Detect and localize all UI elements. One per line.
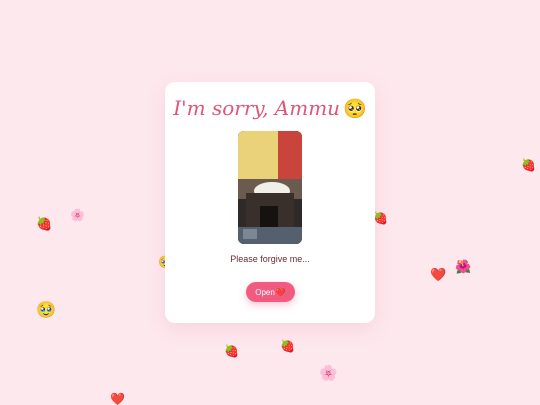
pleading-face-icon: 🥺 bbox=[343, 98, 367, 120]
floating-strawberry: 🍓 bbox=[521, 158, 536, 172]
floating-strawberry: 🍓 bbox=[36, 217, 53, 232]
caption: Please forgive me... bbox=[230, 254, 310, 264]
open-button-label: Open bbox=[255, 287, 275, 297]
heart-icon: ❤️ bbox=[275, 287, 286, 297]
floating-cute-face: 🥹 bbox=[36, 300, 56, 319]
floating-flower: 🌸 bbox=[319, 364, 338, 382]
floating-heart: ❤️ bbox=[110, 392, 125, 405]
card-title: I'm sorry, Ammu bbox=[173, 96, 341, 120]
photo-image bbox=[238, 131, 302, 244]
floating-heart: ❤️ bbox=[430, 268, 447, 283]
floating-hibiscus: 🌺 bbox=[455, 260, 472, 275]
floating-strawberry: 🍓 bbox=[280, 339, 295, 353]
card-title-row: I'm sorry, Ammu 🥺 bbox=[165, 96, 375, 120]
background-scene: 🍓 🌸 🥹 🥹 🍓 🍓 🌸 ❤️ 🍓 ❤️ 🌺 🍓 I'm sorry, Amm… bbox=[0, 0, 540, 405]
photo bbox=[238, 131, 302, 244]
apology-card: I'm sorry, Ammu 🥺 Please forgive me... Op… bbox=[165, 82, 375, 323]
floating-strawberry: 🍓 bbox=[224, 344, 239, 358]
open-button[interactable]: Open❤️ bbox=[246, 282, 295, 302]
floating-flower: 🌸 bbox=[70, 208, 85, 222]
floating-strawberry: 🍓 bbox=[373, 211, 388, 225]
